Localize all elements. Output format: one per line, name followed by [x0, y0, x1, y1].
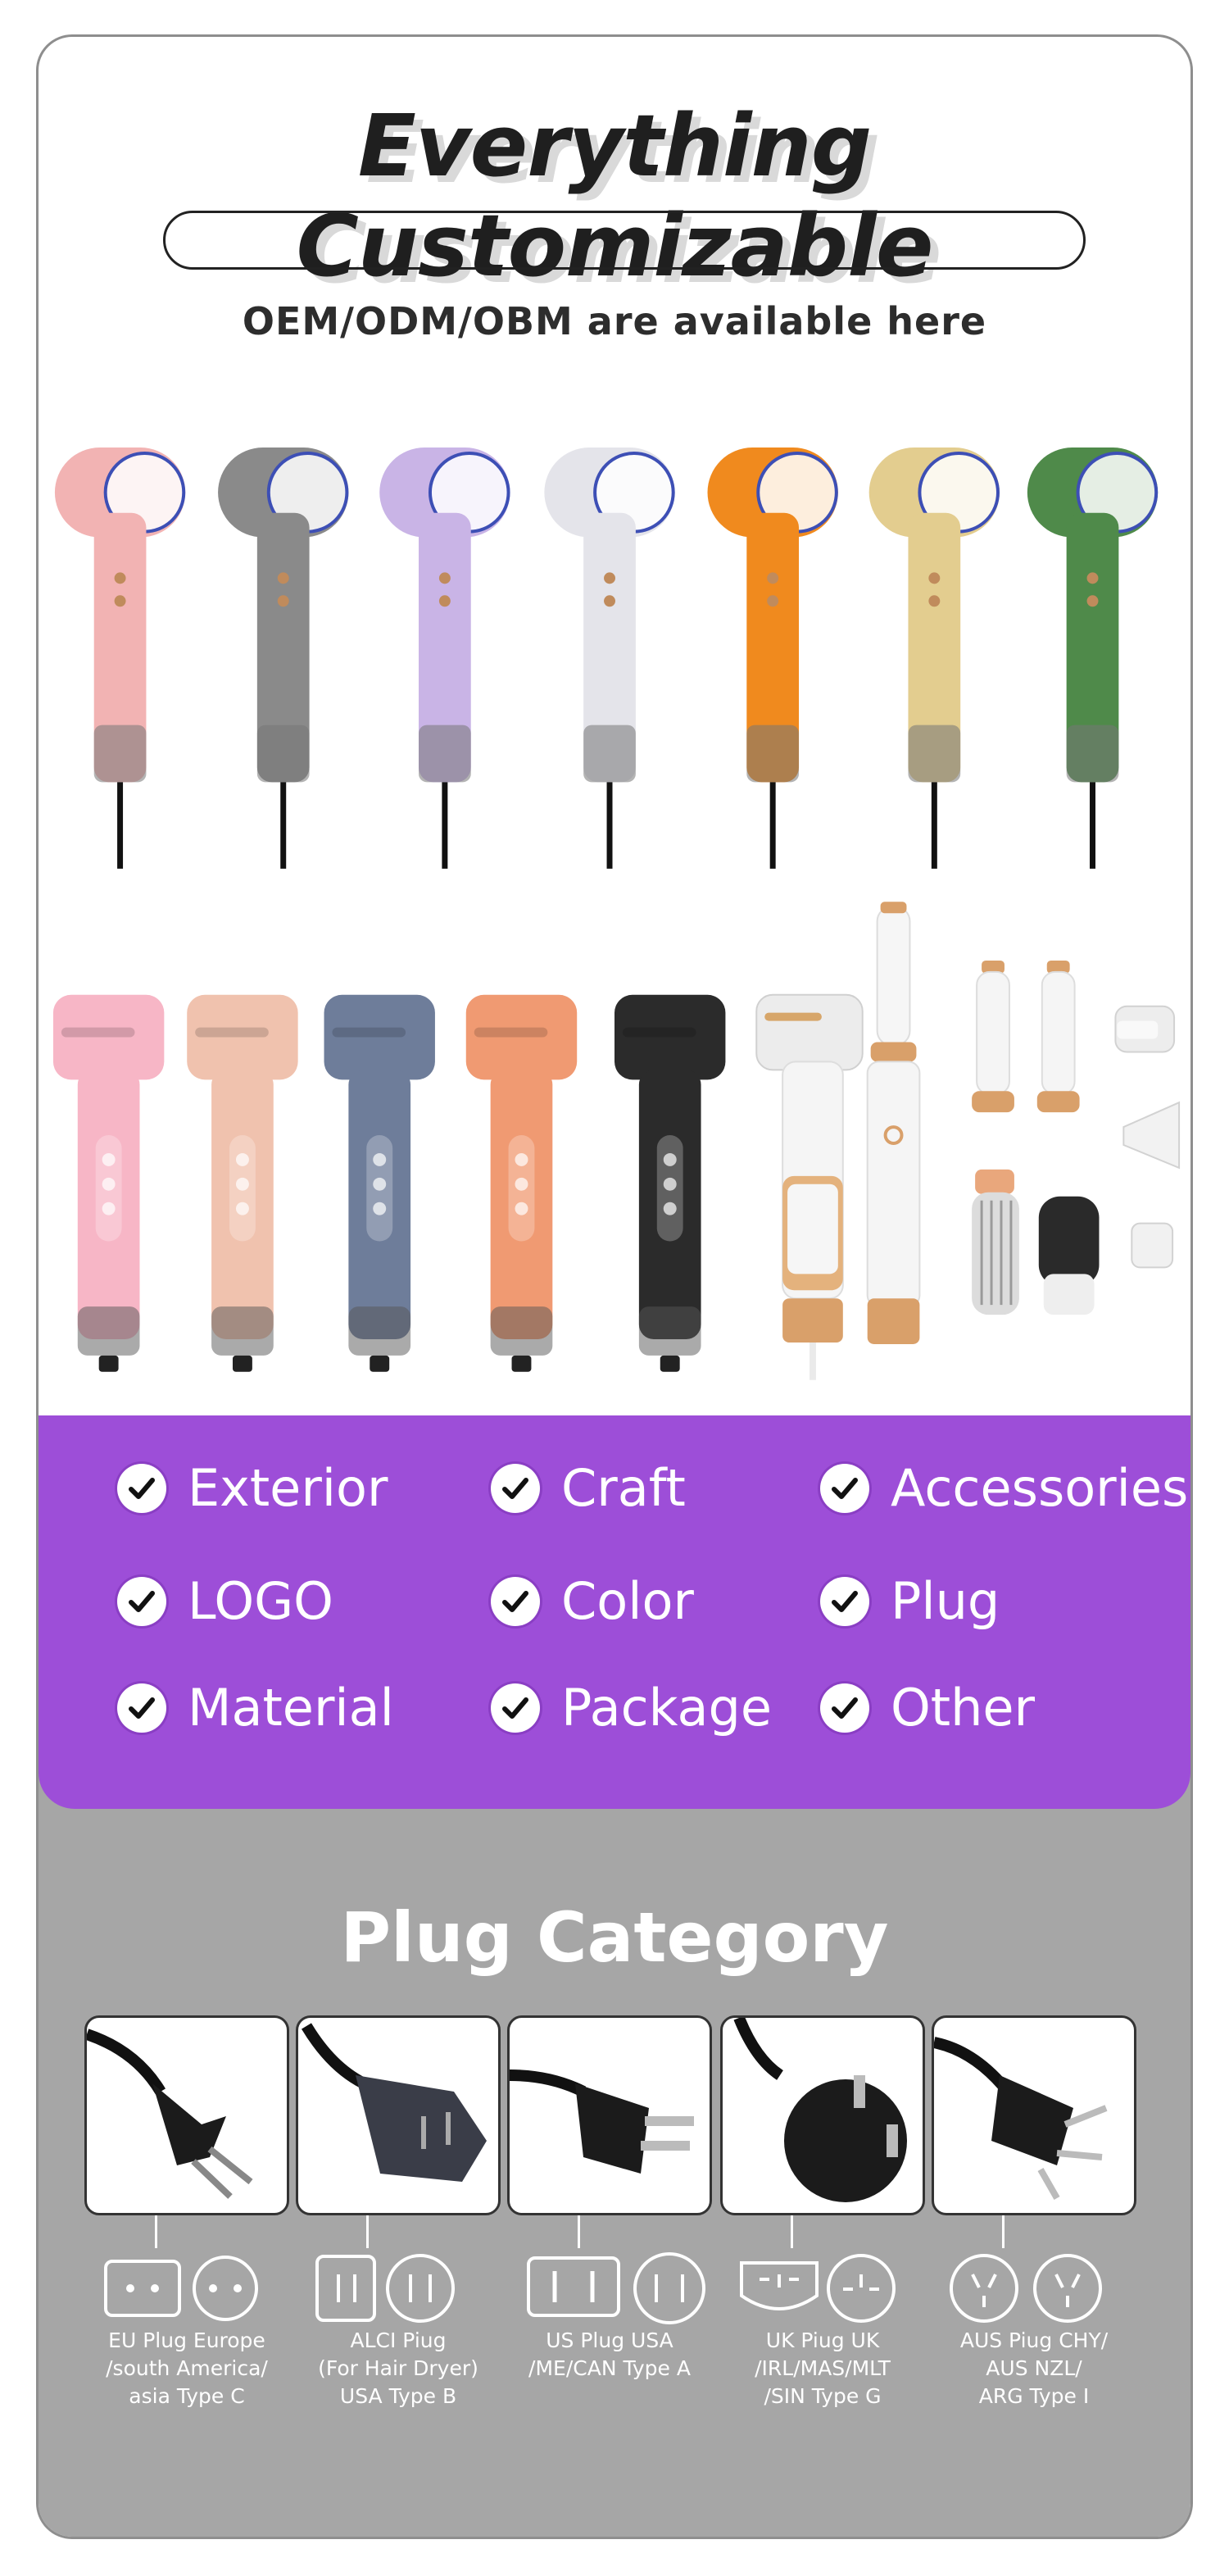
hair-dryer-6: [868, 448, 1000, 869]
hair-dryer-7: [1027, 448, 1159, 869]
plug-caption-line: USA Type B: [339, 2384, 457, 2408]
plug-caption-line: AUS NZL/: [986, 2356, 1082, 2380]
plug-image-uk-g: [720, 2015, 925, 2215]
feature-label: LOGO: [188, 1571, 333, 1631]
plug-connector-line: [366, 2215, 369, 2248]
feature-item-material: Material: [117, 1678, 394, 1738]
plug-connector-line: [578, 2215, 580, 2248]
cordless-hair-dryer-5: [614, 994, 726, 1372]
plug-caption-uk-g: UK Piug UK/IRL/MAS/MLT/SIN Type G: [712, 2327, 933, 2410]
checkmark-icon: [491, 1463, 540, 1513]
plug-image-eu: [84, 2015, 289, 2215]
feature-label: Package: [561, 1678, 772, 1738]
socket-icon-alci-b: [314, 2247, 502, 2323]
plug-caption-line: ARG Type I: [978, 2384, 1090, 2408]
feature-item-plug: Plug: [820, 1571, 1000, 1631]
feature-label: Craft: [561, 1458, 686, 1518]
plug-image-alci-b: [296, 2015, 501, 2215]
socket-icon-aus-i: [950, 2247, 1138, 2323]
checkmark-icon: [491, 1576, 540, 1626]
plug-caption-line: asia Type C: [129, 2384, 245, 2408]
feature-label: Accessories: [891, 1458, 1189, 1518]
socket-icon-us-a: [525, 2247, 714, 2324]
checkmark-icon: [117, 1576, 166, 1626]
plug-connector-line: [1002, 2215, 1005, 2248]
socket-icon-eu: [102, 2247, 291, 2321]
plug-category-title: Plug Category: [340, 1897, 889, 1978]
plug-caption-line: EU Plug Europe: [108, 2328, 265, 2352]
feature-item-accessories: Accessories: [820, 1458, 1188, 1518]
main-card: Everything Customizable OEM/ODM/OBM are …: [36, 34, 1193, 2539]
decorative-pill: [163, 211, 1086, 270]
plug-caption-alci-b: ALCI Piug (For Hair Dryer) USA Type B: [288, 2327, 509, 2410]
plug-caption-line: /ME/CAN Type A: [528, 2356, 691, 2380]
checkmark-icon: [820, 1683, 869, 1733]
plug-caption-line: ALCI Piug: [350, 2328, 447, 2352]
socket-icon-uk-g: [738, 2247, 927, 2323]
feature-label: Color: [561, 1571, 694, 1631]
cordless-hair-dryer-1: [52, 994, 165, 1372]
plug-image-aus-i: [932, 2015, 1136, 2215]
plug-caption-us-a: US Plug USA/ME/CAN Type A: [499, 2327, 720, 2410]
plug-connector-line: [791, 2215, 793, 2248]
feature-item-other: Other: [820, 1678, 1035, 1738]
plug-caption-line: /SIN Type G: [764, 2384, 882, 2408]
plug-caption-line: /IRL/MAS/MLT: [755, 2356, 891, 2380]
plug-caption-line: UK Piug UK: [765, 2328, 880, 2352]
cordless-hair-dryer-3: [324, 994, 435, 1372]
plug-caption-eu: EU Plug Europe/south America/asia Type C: [76, 2327, 297, 2410]
plug-caption-line: AUS Piug CHY/: [959, 2328, 1109, 2352]
feature-label: Plug: [891, 1571, 1000, 1631]
hair-dryer-3: [379, 448, 510, 869]
feature-label: Exterior: [188, 1458, 388, 1518]
plug-image-us-a: [507, 2015, 712, 2215]
checkmark-icon: [117, 1463, 166, 1513]
feature-label: Other: [891, 1678, 1036, 1738]
plug-caption-line: [499, 2383, 720, 2410]
plug-caption-line: US Plug USA: [546, 2328, 673, 2352]
feature-label: Material: [188, 1678, 394, 1738]
hair-dryer-2: [218, 448, 349, 869]
checkmark-icon: [820, 1463, 869, 1513]
multi-styler-set: [755, 902, 1181, 1380]
feature-item-logo: LOGO: [117, 1571, 333, 1631]
page-subtitle: OEM/ODM/OBM are available here: [242, 299, 987, 343]
hair-dryer-1: [54, 448, 186, 869]
checkmark-icon: [491, 1683, 540, 1733]
plug-caption-line: /south America/: [106, 2356, 268, 2380]
plug-connector-line: [155, 2215, 157, 2248]
plug-caption-aus-i: AUS Piug CHY/AUS NZL/ARG Type I: [923, 2327, 1145, 2410]
plug-caption-line: (For Hair Dryer): [318, 2356, 478, 2380]
feature-item-package: Package: [491, 1678, 772, 1738]
hair-dryer-row-2: [52, 902, 1181, 1380]
checkmark-icon: [820, 1576, 869, 1626]
hair-dryer-5: [707, 448, 838, 869]
feature-item-color: Color: [491, 1571, 694, 1631]
cordless-hair-dryer-2: [187, 994, 298, 1372]
feature-item-craft: Craft: [491, 1458, 686, 1518]
cordless-hair-dryer-4: [465, 994, 578, 1372]
hair-dryer-row-1: [54, 448, 1159, 869]
hair-dryer-4: [544, 448, 675, 869]
feature-item-exterior: Exterior: [117, 1458, 388, 1518]
checkmark-icon: [117, 1683, 166, 1733]
customization-features-panel: Exterior Craft Accessories LOGO Color Plug Mat…: [39, 1415, 1190, 1809]
